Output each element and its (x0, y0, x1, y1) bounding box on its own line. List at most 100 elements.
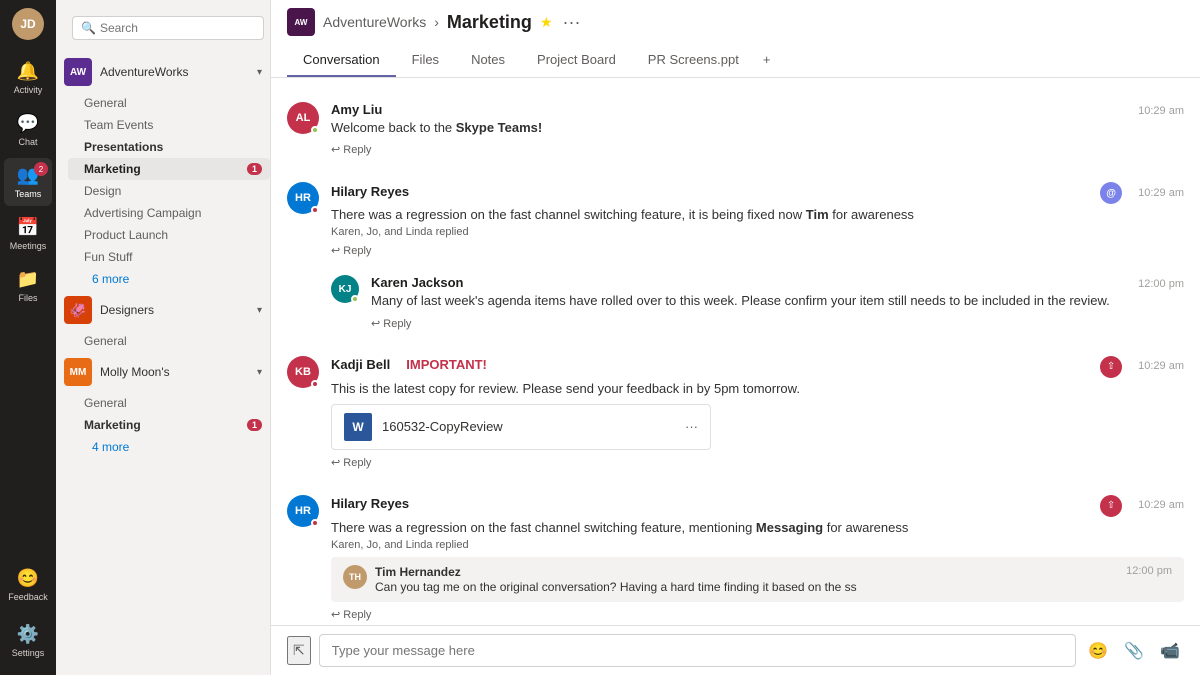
busy-status-dot (311, 519, 319, 527)
avatar: KJ (331, 275, 359, 303)
reply-button[interactable]: ↩ Reply (331, 141, 371, 158)
message-sender: Kadji Bell (331, 357, 390, 372)
channel-list-designers: General (56, 330, 270, 352)
message-content: Amy Liu 10:29 am Welcome back to the Sky… (331, 102, 1184, 158)
team-mollymoons[interactable]: MM Molly Moon's ▾ (56, 352, 270, 392)
avatar-initials: HR (295, 505, 311, 517)
nav-label-activity: Activity (14, 85, 43, 95)
nav-item-teams[interactable]: 👥 Teams 2 (4, 158, 52, 206)
channel-general-designers[interactable]: General (68, 330, 270, 352)
search-input[interactable] (100, 21, 255, 35)
message-content: Hilary Reyes ⇧ 10:29 am There was a regr… (331, 495, 1184, 623)
reply-button[interactable]: ↩ Reply (371, 315, 411, 332)
channel-general-aw[interactable]: General (68, 92, 270, 114)
emoji-button[interactable]: 😊 (1084, 637, 1112, 665)
message-thread: HR Hilary Reyes @ 10:29 am There was a r… (271, 174, 1200, 339)
message-sender: Amy Liu (331, 102, 382, 117)
channel-name: Marketing (84, 162, 141, 176)
team-adventureworks[interactable]: AW AdventureWorks ▾ (56, 52, 270, 92)
message-text: Many of last week's agenda items have ro… (371, 292, 1184, 310)
message-sender: Karen Jackson (371, 275, 464, 290)
channel-presentations[interactable]: Presentations (68, 136, 270, 158)
file-more-icon[interactable]: ··· (685, 419, 698, 434)
avatar: KB (287, 356, 319, 388)
channel-advertising[interactable]: Advertising Campaign (68, 202, 270, 224)
message-row: AL Amy Liu 10:29 am Welcome back to the … (271, 94, 1200, 166)
tab-conversation[interactable]: Conversation (287, 44, 396, 77)
main-content: AW AdventureWorks › Marketing ★ ··· Conv… (271, 0, 1200, 675)
message-header: Amy Liu 10:29 am (331, 102, 1184, 117)
breadcrumb-separator: › (434, 14, 439, 30)
file-attachment[interactable]: W 160532-CopyReview ··· (331, 404, 711, 450)
user-avatar[interactable]: JD (12, 8, 44, 40)
channel-design[interactable]: Design (68, 180, 270, 202)
nav-item-meetings[interactable]: 📅 Meetings (4, 210, 52, 258)
word-file-icon: W (344, 413, 372, 441)
avatar: AL (287, 102, 319, 134)
nested-reply: TH Tim Hernandez Can you tag me on the o… (331, 557, 1184, 602)
tab-prscreens[interactable]: PR Screens.ppt (632, 44, 755, 77)
nested-sender: Tim Hernandez (375, 565, 857, 579)
more-channels-aw[interactable]: 6 more (68, 268, 270, 290)
activity-icon: 🔔 (17, 61, 39, 82)
search-bar: 🔍 (72, 16, 264, 40)
messages-area: AL Amy Liu 10:29 am Welcome back to the … (271, 78, 1200, 625)
channel-badge-marketing-mm: 1 (247, 419, 262, 431)
nav-item-feedback[interactable]: 😊 Feedback (4, 561, 52, 609)
tab-files[interactable]: Files (396, 44, 455, 77)
channel-marketing-aw[interactable]: Marketing 1 (68, 158, 270, 180)
feedback-icon: 😊 (17, 568, 39, 589)
tab-notes[interactable]: Notes (455, 44, 521, 77)
chevron-icon-adventureworks: ▾ (257, 67, 262, 78)
nav-item-files[interactable]: 📁 Files (4, 262, 52, 310)
message-sender: Hilary Reyes (331, 496, 409, 511)
message-time: 10:29 am (1138, 360, 1184, 372)
expand-compose-button[interactable]: ⇱ (287, 636, 311, 665)
reply-button[interactable]: ↩ Reply (331, 454, 371, 471)
tab-projectboard[interactable]: Project Board (521, 44, 632, 77)
tab-add-button[interactable]: + (755, 44, 779, 77)
channel-productlaunch[interactable]: Product Launch (68, 224, 270, 246)
busy-status-dot (311, 380, 319, 388)
reply-button[interactable]: ↩ Reply (331, 606, 371, 623)
channel-name: Design (84, 184, 121, 198)
avatar: HR (287, 182, 319, 214)
nav-item-activity[interactable]: 🔔 Activity (4, 54, 52, 102)
nested-reply-content: Tim Hernandez Can you tag me on the orig… (375, 565, 857, 594)
channel-teamevents[interactable]: Team Events (68, 114, 270, 136)
message-row: KJ Karen Jackson 12:00 pm Many of last w… (271, 267, 1200, 339)
message-input[interactable] (319, 634, 1077, 667)
channel-name: Advertising Campaign (84, 206, 201, 220)
meetings-icon: 📅 (17, 217, 39, 238)
channel-name: Marketing (84, 418, 141, 432)
settings-icon: ⚙️ (17, 624, 39, 645)
reply-button[interactable]: ↩ Reply (331, 242, 371, 259)
header-more-icon[interactable]: ··· (563, 12, 581, 33)
team-name-designers: Designers (100, 303, 154, 317)
nav-item-settings[interactable]: ⚙️ Settings (4, 617, 52, 665)
message-text: There was a regression on the fast chann… (331, 206, 1184, 224)
channel-badge-marketing: 1 (247, 163, 262, 175)
nav-label-meetings: Meetings (10, 241, 47, 251)
channel-name: General (84, 334, 127, 348)
teams-badge: 2 (34, 162, 48, 176)
message-text: There was a regression on the fast chann… (331, 519, 1184, 537)
favorite-star-icon[interactable]: ★ (540, 14, 553, 31)
channel-general-mm[interactable]: General (68, 392, 270, 414)
message-time: 10:29 am (1138, 499, 1184, 511)
more-channels-mm[interactable]: 4 more (68, 436, 270, 458)
message-thread: KB Kadji Bell IMPORTANT! ⇧ 10:29 am This… (271, 348, 1200, 479)
nested-time: 12:00 pm (1126, 565, 1172, 577)
nav-label-chat: Chat (18, 137, 37, 147)
meet-now-button[interactable]: 📹 (1156, 637, 1184, 665)
message-header: Hilary Reyes ⇧ 10:29 am (331, 495, 1184, 517)
chat-icon: 💬 (17, 113, 39, 134)
avatar-initials: AL (296, 112, 311, 124)
team-designers[interactable]: 🦑 Designers ▾ (56, 290, 270, 330)
replied-text: Karen, Jo, and Linda replied (331, 226, 1184, 238)
attach-button[interactable]: 📎 (1120, 637, 1148, 665)
message-thread: HR Hilary Reyes ⇧ 10:29 am There was a r… (271, 487, 1200, 625)
channel-marketing-mm[interactable]: Marketing 1 (68, 414, 270, 436)
nav-item-chat[interactable]: 💬 Chat (4, 106, 52, 154)
channel-funstuff[interactable]: Fun Stuff (68, 246, 270, 268)
